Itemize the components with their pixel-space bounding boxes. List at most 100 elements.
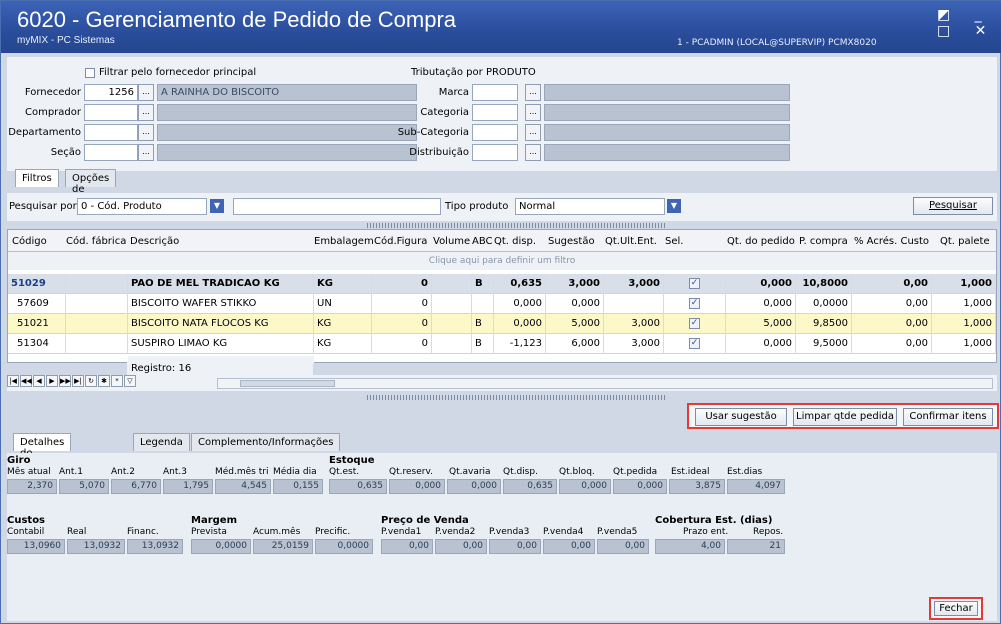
cell-acres[interactable]: 0,00 — [852, 334, 932, 354]
first-icon[interactable]: |◀ — [7, 375, 19, 387]
cell-ultent[interactable]: 3,000 — [604, 314, 664, 334]
cell-codigo[interactable]: 51304 — [8, 334, 66, 354]
secao-input[interactable] — [84, 144, 138, 161]
column-header[interactable]: ABC — [472, 236, 493, 247]
filter-icon[interactable]: ▽ — [124, 375, 136, 387]
sel-checkbox[interactable]: ✓ — [689, 277, 700, 289]
cell-acres[interactable]: 0,00 — [852, 274, 932, 294]
next-icon[interactable]: ▶ — [46, 375, 58, 387]
cell-abc[interactable]: B — [472, 274, 494, 294]
tab-detalhes-produto[interactable]: Detalhes do Produto — [13, 433, 72, 470]
distribuicao-input[interactable] — [472, 144, 518, 161]
cell-fabrica[interactable] — [66, 314, 128, 334]
pesquisar-button[interactable]: Pesquisar — [913, 197, 993, 215]
comprador-lookup-button[interactable]: ... — [138, 104, 154, 121]
cell-sugestao[interactable]: 5,000 — [546, 314, 604, 334]
cell-embalagem[interactable]: KG — [314, 314, 372, 334]
cell-figura[interactable]: 0 — [372, 274, 432, 294]
cell-compra[interactable]: 9,5000 — [796, 334, 852, 354]
cell-figura[interactable]: 0 — [372, 314, 432, 334]
tab-opcoes-filtros[interactable]: Opções de filtros — [65, 169, 117, 206]
sel-checkbox[interactable]: ✓ — [689, 337, 700, 349]
last-icon[interactable]: ▶| — [72, 375, 84, 387]
cell-sugestao[interactable]: 3,000 — [546, 274, 604, 294]
cell-pedido[interactable]: 0,000 — [726, 274, 796, 294]
column-header[interactable]: % Acrés. Custo — [854, 236, 929, 247]
cell-abc[interactable]: B — [472, 314, 494, 334]
distribuicao-lookup-button[interactable]: ... — [525, 144, 541, 161]
fechar-button[interactable]: Fechar — [934, 601, 978, 616]
column-header[interactable]: Descrição — [130, 236, 179, 247]
fornecedor-lookup-button[interactable]: ... — [138, 84, 154, 101]
table-row[interactable]: 51029 PAO DE MEL TRADICAO KG KG 0 B 0,63… — [8, 274, 996, 294]
cell-disp[interactable]: 0,000 — [494, 294, 546, 314]
departamento-lookup-button[interactable]: ... — [138, 124, 154, 141]
cell-embalagem[interactable]: KG — [314, 274, 372, 294]
categoria-input[interactable] — [472, 104, 518, 121]
cell-palete[interactable]: 1,000 — [932, 314, 996, 334]
sel-checkbox[interactable]: ✓ — [689, 317, 700, 329]
cell-volume[interactable] — [432, 334, 472, 354]
comprador-input[interactable] — [84, 104, 138, 121]
cell-descricao[interactable]: SUSPIRO LIMAO KG — [128, 334, 314, 354]
cell-figura[interactable]: 0 — [372, 294, 432, 314]
prev-icon[interactable]: ◀ — [33, 375, 45, 387]
column-header[interactable]: Sel. — [665, 236, 683, 247]
cell-volume[interactable] — [432, 314, 472, 334]
cell-acres[interactable]: 0,00 — [852, 294, 932, 314]
cell-sel[interactable]: ✓ — [664, 294, 726, 314]
cell-embalagem[interactable]: KG — [314, 334, 372, 354]
chevron-down-icon[interactable]: ▼ — [667, 199, 681, 213]
cell-ultent[interactable]: 3,000 — [604, 334, 664, 354]
pesquisar-por-select[interactable]: 0 - Cód. Produto — [77, 198, 207, 215]
cell-sel[interactable]: ✓ — [664, 314, 726, 334]
column-header[interactable]: Volume — [433, 236, 470, 247]
next-page-icon[interactable]: ▶▶ — [59, 375, 71, 387]
cell-codigo[interactable]: 51029 — [8, 274, 66, 294]
cell-codigo[interactable]: 57609 — [8, 294, 66, 314]
table-row[interactable]: 57609 BISCOITO WAFER STIKKO UN 0 0,000 0… — [8, 294, 996, 314]
limpar-qtde-button[interactable]: Limpar qtde pedida — [793, 408, 897, 426]
asterisk-icon[interactable]: * — [111, 375, 123, 387]
sel-checkbox[interactable]: ✓ — [689, 297, 700, 309]
tab-complemento[interactable]: Complemento/Informações — [191, 433, 341, 451]
cell-descricao[interactable]: PAO DE MEL TRADICAO KG — [128, 274, 314, 294]
cell-compra[interactable]: 10,8000 — [796, 274, 852, 294]
cell-acres[interactable]: 0,00 — [852, 314, 932, 334]
star-icon[interactable]: ✱ — [98, 375, 110, 387]
cell-sugestao[interactable]: 0,000 — [546, 294, 604, 314]
column-header[interactable]: Qt. palete — [940, 236, 990, 247]
cell-pedido[interactable]: 0,000 — [726, 294, 796, 314]
column-header[interactable]: Qt. do pedido — [727, 236, 795, 247]
cell-palete[interactable]: 1,000 — [932, 334, 996, 354]
column-header[interactable]: Sugestão — [548, 236, 595, 247]
secao-lookup-button[interactable]: ... — [138, 144, 154, 161]
column-header[interactable]: Qt. disp. — [494, 236, 536, 247]
departamento-input[interactable] — [84, 124, 138, 141]
fornecedor-code-input[interactable]: 1256 — [84, 84, 138, 101]
cell-codigo[interactable]: 51021 — [8, 314, 66, 334]
cell-palete[interactable]: 1,000 — [932, 274, 996, 294]
refresh-icon[interactable]: ↻ — [85, 375, 97, 387]
categoria-lookup-button[interactable]: ... — [525, 104, 541, 121]
cell-volume[interactable] — [432, 274, 472, 294]
cell-volume[interactable] — [432, 294, 472, 314]
cell-fabrica[interactable] — [66, 334, 128, 354]
table-row[interactable]: 51304 SUSPIRO LIMAO KG KG 0 B -1,123 6,0… — [8, 334, 996, 354]
cell-sel[interactable]: ✓ — [664, 274, 726, 294]
marca-lookup-button[interactable]: ... — [525, 84, 541, 101]
chevron-down-icon[interactable]: ▼ — [210, 199, 224, 213]
cell-descricao[interactable]: BISCOITO NATA FLOCOS KG — [128, 314, 314, 334]
cell-fabrica[interactable] — [66, 274, 128, 294]
cell-descricao[interactable]: BISCOITO WAFER STIKKO — [128, 294, 314, 314]
window-controls[interactable]: ◩ _ □ ✕ — [937, 7, 1001, 39]
marca-input[interactable] — [472, 84, 518, 101]
cell-disp[interactable]: 0,635 — [494, 274, 546, 294]
cell-palete[interactable]: 1,000 — [932, 294, 996, 314]
column-header[interactable]: Código — [12, 236, 47, 247]
tipo-produto-select[interactable]: Normal — [515, 198, 665, 215]
cell-embalagem[interactable]: UN — [314, 294, 372, 314]
table-row[interactable]: 51021 BISCOITO NATA FLOCOS KG KG 0 B 0,0… — [8, 314, 996, 334]
cell-figura[interactable]: 0 — [372, 334, 432, 354]
column-header[interactable]: P. compra — [799, 236, 848, 247]
